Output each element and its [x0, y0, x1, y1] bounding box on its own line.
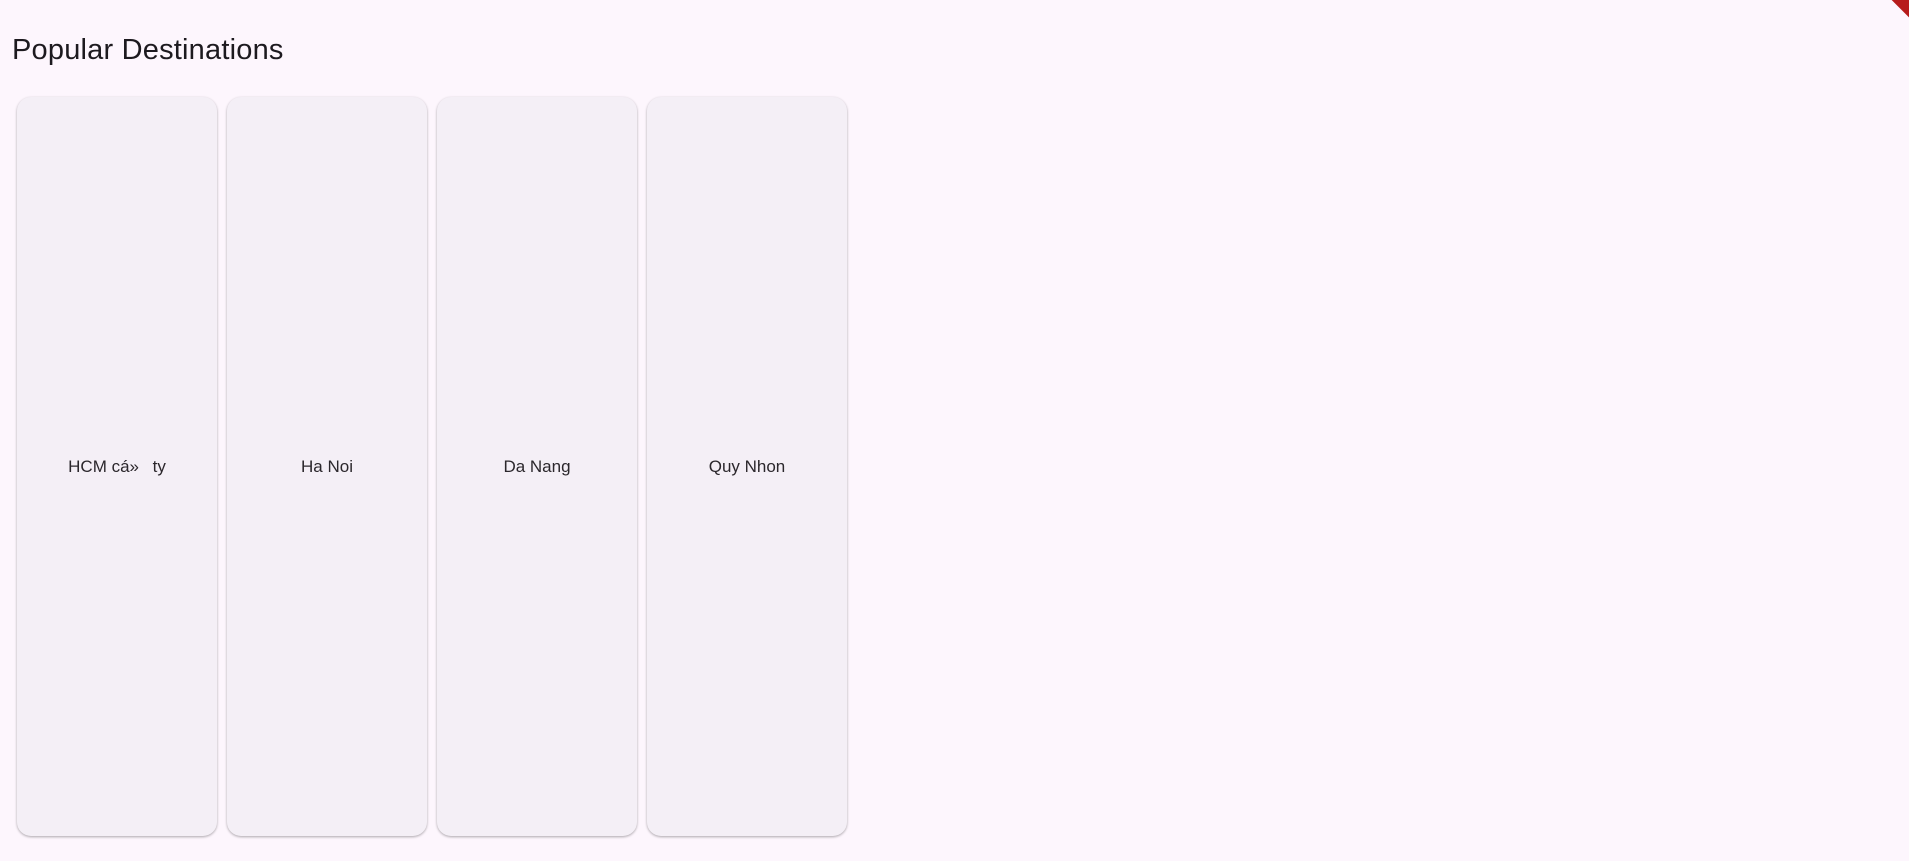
destination-label: Da Nang: [503, 456, 571, 476]
destination-card-hcm-city[interactable]: HCM cá»ty: [17, 97, 217, 836]
app-screen: Popular Destinations HCM cá»ty Ha Noi D…: [0, 0, 1909, 861]
destination-card-ha-noi[interactable]: Ha Noi: [227, 97, 427, 836]
destination-label: Ha Noi: [301, 456, 353, 476]
destination-card-da-nang[interactable]: Da Nang: [437, 97, 637, 836]
destination-list: HCM cá»ty Ha Noi Da Nang Quy Nhon: [17, 97, 847, 836]
destination-card-quy-nhon[interactable]: Quy Nhon: [647, 97, 847, 836]
destination-label: Quy Nhon: [708, 456, 786, 476]
debug-banner: [1882, 0, 1909, 27]
page-title: Popular Destinations: [12, 34, 284, 66]
destination-label: HCM cá»ty: [68, 456, 166, 476]
